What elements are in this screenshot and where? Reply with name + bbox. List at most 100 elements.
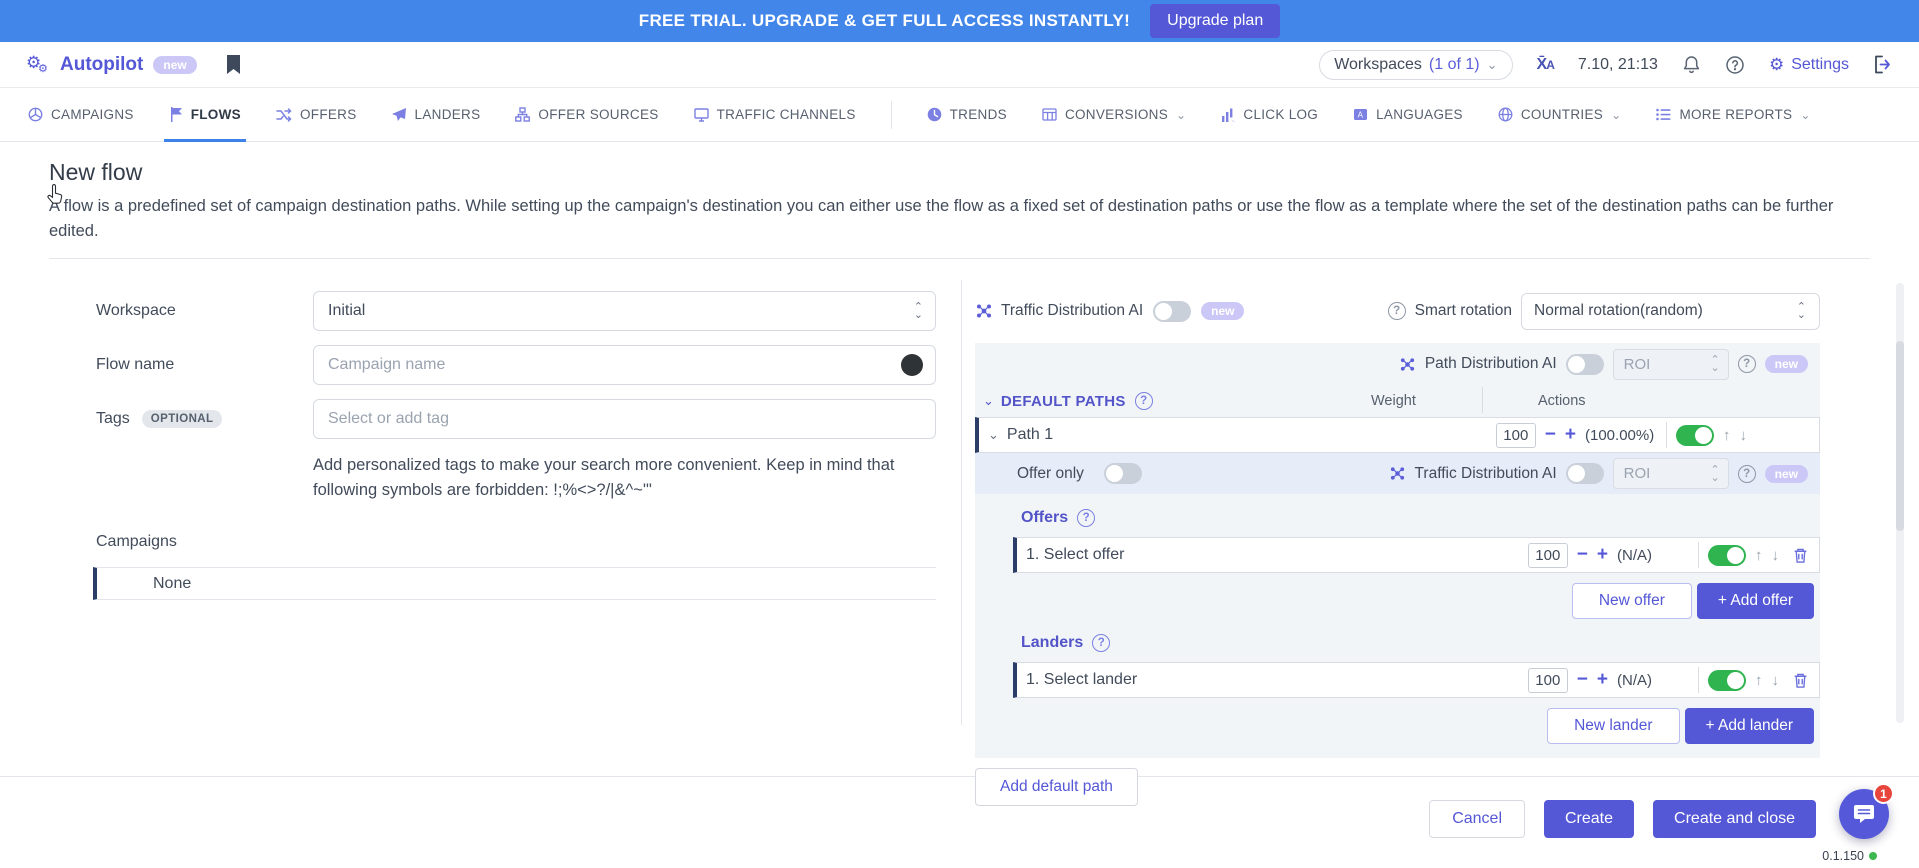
workspaces-count: (1 of 1) [1429,56,1480,74]
smart-rotation-label: Smart rotation [1415,302,1512,320]
smart-rotation-select[interactable]: Normal rotation(random) ⌃⌄ [1521,293,1820,330]
weight-decrease-button[interactable]: − [1577,672,1588,688]
add-lander-button[interactable]: + Add lander [1685,708,1814,744]
weight-decrease-button[interactable]: − [1577,547,1588,563]
chat-launcher[interactable]: 1 [1839,789,1889,839]
flow-name-input[interactable] [313,345,936,385]
scrollbar[interactable] [1896,283,1904,723]
offer-only-label: Offer only [1017,465,1084,483]
add-default-path-button[interactable]: Add default path [975,768,1138,806]
trends-icon [927,107,942,122]
campaigns-value: None [153,575,191,593]
nav-offer-sources[interactable]: OFFER SOURCES [515,88,658,141]
help-icon[interactable] [1725,55,1745,75]
flow-name-label: Flow name [96,356,313,374]
chevron-down-icon[interactable]: ⌄ [983,396,994,406]
select-spinner-icon: ⌃⌄ [1710,466,1719,482]
path-enabled-toggle[interactable] [1676,425,1714,446]
traffic-ai2-toggle[interactable] [1566,463,1604,484]
flows-icon [169,107,183,122]
autopilot-gears-icon: ⚙⚙ [26,54,50,76]
nav-languages[interactable]: A LANGUAGES [1353,88,1463,141]
lander-weight-input[interactable]: 100 [1528,668,1568,693]
nav-countries[interactable]: COUNTRIES ⌄ [1498,88,1622,141]
offer-weight-input[interactable]: 100 [1528,543,1568,568]
roi2-select[interactable]: ROI ⌃⌄ [1613,458,1729,489]
trash-icon[interactable] [1792,672,1809,689]
nav-offers[interactable]: OFFERS [276,88,357,141]
trial-banner-text: FREE TRIAL. UPGRADE & GET FULL ACCESS IN… [639,11,1130,31]
conversions-icon [1042,108,1057,121]
path-row: ⌄ Path 1 100 − + (100.00%) ↑ ↓ [975,417,1820,453]
offer-only-toggle[interactable] [1104,463,1142,484]
lander-name[interactable]: 1. Select lander [1026,671,1137,689]
nav-click-log[interactable]: CLICK LOG [1221,88,1318,141]
scrollbar-thumb[interactable] [1896,341,1904,531]
path-weight-input[interactable]: 100 [1496,423,1536,448]
nav-landers[interactable]: LANDERS [392,88,481,141]
brand: ⚙⚙ Autopilot new [26,54,197,76]
offers-help-icon[interactable]: ? [1077,509,1095,527]
new-lander-button[interactable]: New lander [1547,708,1679,744]
notifications-bell-icon[interactable] [1682,55,1701,75]
campaigns-list: None [93,567,936,600]
nav-trends[interactable]: TRENDS [927,88,1007,141]
ai-brain-icon [1389,465,1406,482]
chevron-down-icon: ⌄ [1800,108,1810,122]
path-ai-toggle[interactable] [1566,354,1604,375]
offer-enabled-toggle[interactable] [1708,545,1746,566]
offer-weight-percent: (N/A) [1617,547,1689,564]
settings-label: Settings [1791,56,1849,74]
actions-column-header: Actions [1538,393,1586,409]
path-ai-label: Path Distribution AI [1425,355,1557,373]
trash-icon[interactable] [1792,547,1809,564]
chevron-down-icon[interactable]: ⌄ [988,430,999,440]
version-label: 0.1.150 [1822,849,1877,863]
nav-traffic-channels[interactable]: TRAFFIC CHANNELS [694,88,856,141]
move-down-icon[interactable]: ↓ [1740,427,1748,444]
offer-name[interactable]: 1. Select offer [1026,546,1124,564]
offers-section-title: Offers [1021,509,1068,527]
column-divider [1482,387,1483,413]
upgrade-plan-button[interactable]: Upgrade plan [1150,4,1280,38]
bookmark-icon[interactable] [225,55,242,75]
workspaces-selector[interactable]: Workspaces (1 of 1) ⌄ [1319,50,1512,80]
paths-container: Path Distribution AI ROI ⌃⌄ ? new ⌄ DEFA… [975,343,1820,758]
weight-increase-button[interactable]: + [1597,547,1608,563]
roi-select[interactable]: ROI ⌃⌄ [1613,349,1729,380]
settings-button[interactable]: ⚙ Settings [1769,55,1849,75]
cell-divider [1666,422,1667,448]
traffic-ai-toggle[interactable] [1153,301,1191,322]
move-down-icon[interactable]: ↓ [1772,672,1780,689]
lander-enabled-toggle[interactable] [1708,670,1746,691]
paths-panel: Traffic Distribution AI new ? Smart rota… [975,291,1820,806]
main-nav: CAMPAIGNS FLOWS OFFERS LANDERS OFFER SOU… [0,88,1919,142]
nav-campaigns[interactable]: CAMPAIGNS [28,88,134,141]
path-ai-help-icon[interactable]: ? [1738,355,1756,373]
smart-rotation-help-icon[interactable]: ? [1388,302,1406,320]
nav-conversions[interactable]: CONVERSIONS ⌄ [1042,88,1186,141]
nav-more-reports[interactable]: MORE REPORTS ⌄ [1656,88,1810,141]
default-paths-help-icon[interactable]: ? [1135,392,1153,410]
new-offer-button[interactable]: New offer [1572,583,1692,619]
translate-icon[interactable]: X̄A [1537,56,1554,74]
weight-increase-button[interactable]: + [1565,427,1576,443]
weight-increase-button[interactable]: + [1597,672,1608,688]
tags-input[interactable] [313,399,936,439]
landers-help-icon[interactable]: ? [1092,634,1110,652]
weight-decrease-button[interactable]: − [1545,427,1556,443]
landers-icon [392,108,407,122]
color-dot[interactable] [901,354,923,376]
default-paths-title: DEFAULT PATHS [1001,393,1126,410]
logout-icon[interactable] [1873,55,1893,74]
gear-icon: ⚙ [1769,55,1784,75]
nav-flows[interactable]: FLOWS [169,88,241,141]
move-down-icon[interactable]: ↓ [1772,547,1780,564]
workspace-select[interactable]: Initial ⌃⌄ [313,291,936,331]
move-up-icon[interactable]: ↑ [1723,427,1731,444]
move-up-icon[interactable]: ↑ [1755,672,1763,689]
move-up-icon[interactable]: ↑ [1755,547,1763,564]
add-offer-button[interactable]: + Add offer [1697,583,1814,619]
traffic-ai2-help-icon[interactable]: ? [1738,465,1756,483]
lander-row: 1. Select lander 100 − + (N/A) ↑ ↓ [1013,662,1820,698]
